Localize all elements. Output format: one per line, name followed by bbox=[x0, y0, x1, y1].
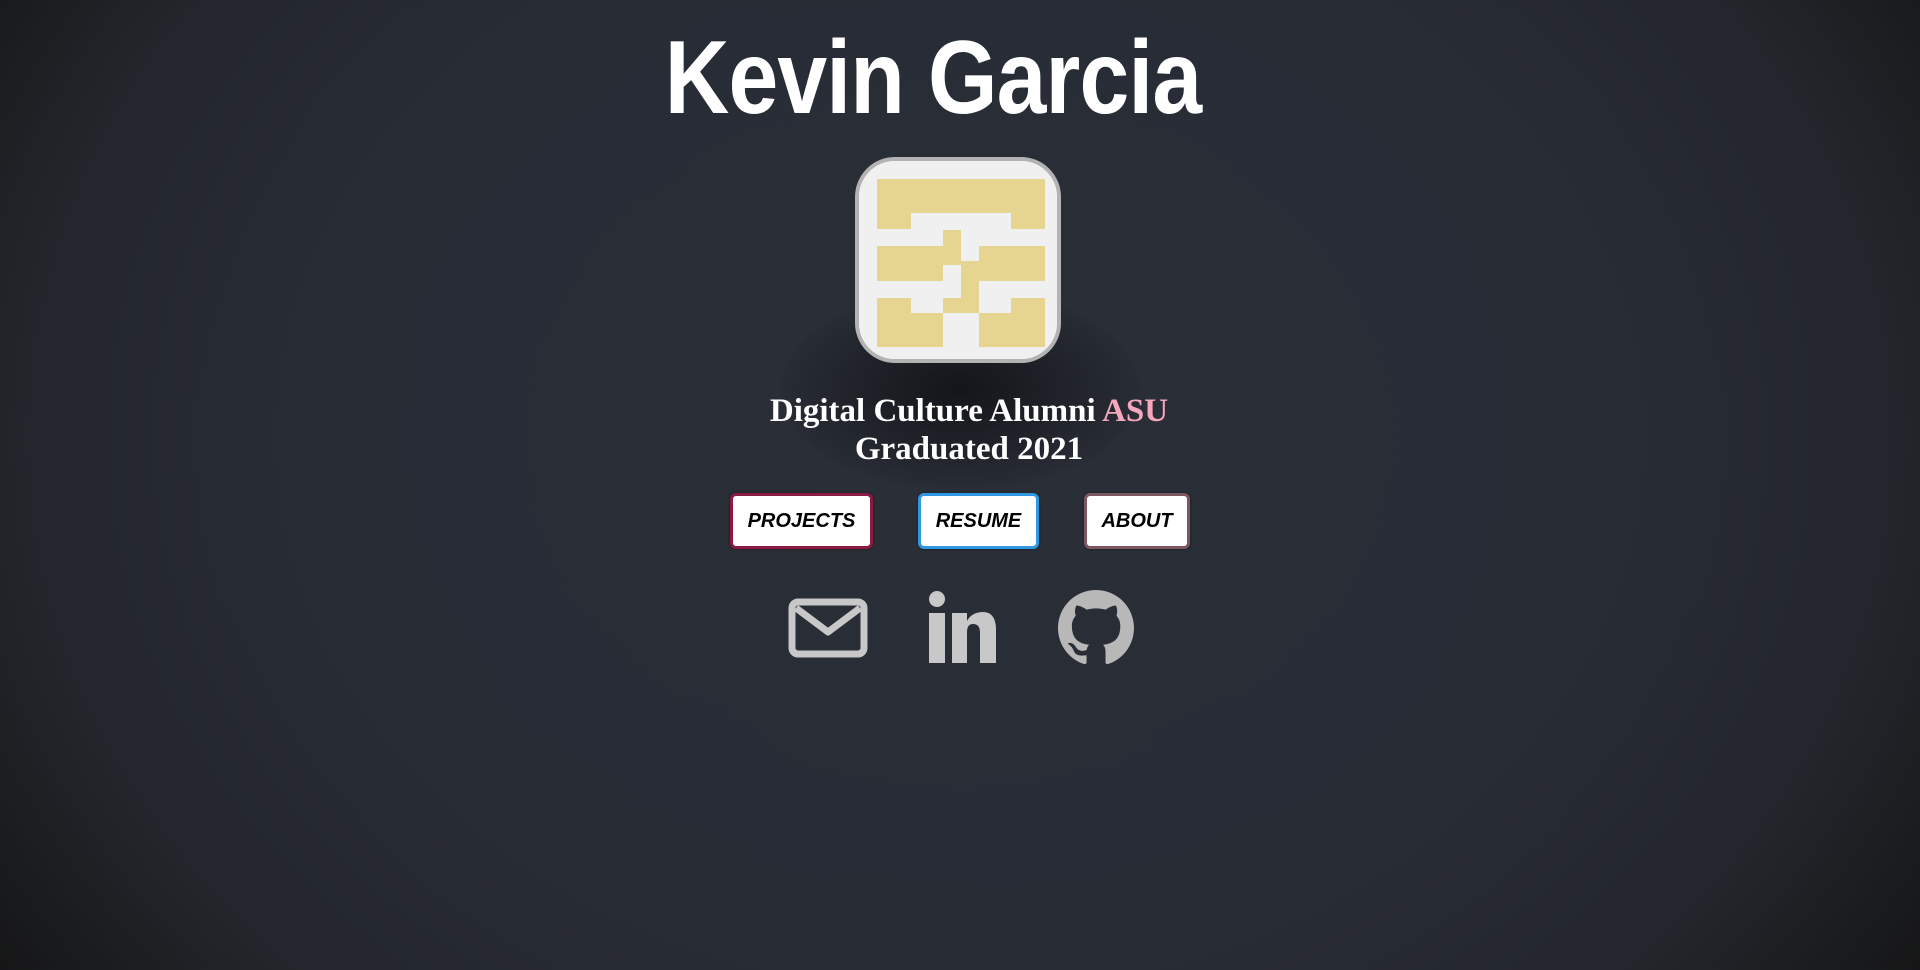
page: Kevin Garcia Digital Culture Alumni ASU … bbox=[0, 0, 1920, 970]
github-icon bbox=[1058, 590, 1134, 665]
greek-key-monogram-icon bbox=[859, 161, 1057, 359]
linkedin-link[interactable] bbox=[926, 588, 998, 668]
about-button-label: ABOUT bbox=[1101, 509, 1173, 532]
about-button[interactable]: ABOUT bbox=[1084, 493, 1190, 549]
school-text: ASU bbox=[1102, 393, 1169, 429]
resume-button-label: RESUME bbox=[935, 509, 1022, 532]
email-link[interactable] bbox=[787, 588, 869, 668]
resume-button[interactable]: RESUME bbox=[918, 493, 1039, 549]
linkedin-icon bbox=[929, 591, 996, 663]
github-link[interactable] bbox=[1058, 588, 1134, 668]
projects-button[interactable]: PROJECTS bbox=[730, 493, 873, 549]
page-title: Kevin Garcia bbox=[664, 20, 1202, 136]
tagline: Digital Culture Alumni ASU Graduated 202… bbox=[0, 392, 1920, 468]
graduation-text: Graduated 2021 bbox=[854, 431, 1084, 467]
tagline-line-1: Digital Culture Alumni ASU bbox=[0, 392, 1920, 430]
projects-button-label: PROJECTS bbox=[747, 509, 856, 532]
logo bbox=[855, 157, 1061, 363]
degree-text: Digital Culture Alumni bbox=[769, 393, 1096, 429]
email-icon bbox=[788, 598, 868, 658]
